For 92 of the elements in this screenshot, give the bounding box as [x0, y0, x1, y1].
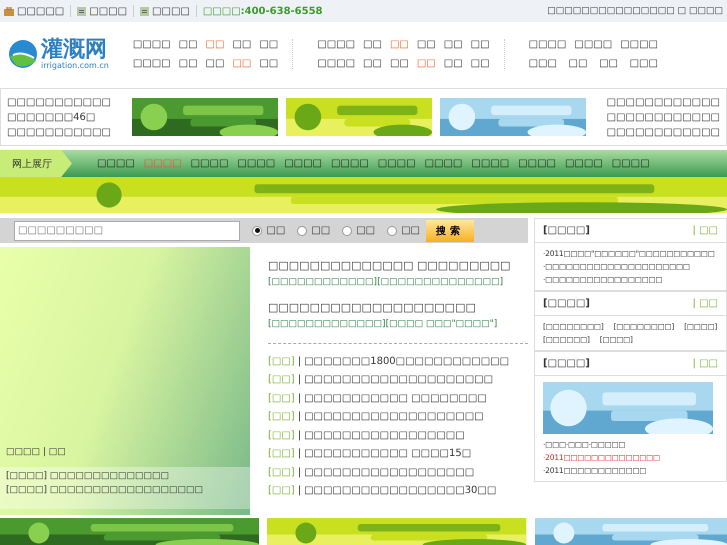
hotline: □□□□:400-638-6558	[202, 6, 323, 16]
nav-link[interactable]: □□	[178, 39, 198, 50]
panel-title: [□□□□]	[543, 298, 590, 309]
channel-link[interactable]: □□□□	[190, 158, 228, 169]
channel-link[interactable]: □□□□	[471, 158, 510, 169]
channel-title: 网上展厅	[0, 150, 72, 177]
headline[interactable]: □□□□□□□□□□□□□□ □□□□□□□□□	[268, 259, 528, 272]
info-line: □□□□□□□□□□□□	[606, 126, 720, 138]
nav-link[interactable]: □□	[178, 58, 198, 69]
news-title[interactable]: □□□□□□□1800□□□□□□□□□□□□	[304, 356, 510, 367]
nav-link[interactable]: □□	[470, 39, 490, 50]
info-line: □□□□□□□□□□□	[7, 126, 111, 138]
radio-label: □□	[356, 225, 376, 236]
channel-link[interactable]: □□□□	[97, 158, 135, 169]
news-title[interactable]: □□□□□□□□□□□ □□□□15□	[304, 448, 472, 460]
nav-link[interactable]: □□	[259, 39, 278, 50]
nav-link[interactable]: □□	[470, 58, 490, 69]
nav-link[interactable]: □□	[444, 58, 463, 69]
slide-caption: □□□□ | □□	[6, 447, 66, 457]
channel-link[interactable]: □□□□	[424, 158, 462, 169]
welcome-text: □□□□□□□□□□□□□□□ □ □□□□	[547, 6, 723, 16]
channel-link[interactable]: □□□□	[518, 158, 556, 169]
top-link[interactable]: □□□□□	[4, 6, 64, 16]
document-icon	[77, 6, 86, 16]
radio-label: □□	[266, 225, 286, 236]
news-title[interactable]: □□□□□□□□□□□□□□□□□□□□	[304, 374, 494, 386]
nav-link[interactable]: □□□□	[132, 39, 171, 50]
top-link[interactable]: □□□□	[140, 6, 190, 16]
nav-link[interactable]: □□□□	[620, 39, 658, 50]
nav-link[interactable]: □□	[599, 58, 618, 69]
channel-link[interactable]: □□□□	[612, 158, 650, 169]
document-icon	[140, 6, 150, 16]
nav-link[interactable]: □□□	[630, 58, 658, 69]
nav-link[interactable]: □□	[444, 39, 463, 50]
news-title[interactable]: □□□□□□□□□□□□□□□□□30□□	[304, 485, 496, 496]
separator: |	[298, 411, 302, 422]
logo-domain: irrigation.com.cn	[41, 60, 109, 70]
info-line: □□□□□□□□□□□	[7, 96, 111, 108]
radio-button[interactable]	[342, 226, 352, 236]
nav-link[interactable]: □□	[206, 58, 224, 69]
logo-icon	[8, 39, 38, 69]
separator: |	[298, 392, 302, 404]
channel-link[interactable]: □□□□	[564, 158, 603, 169]
channel-link[interactable]: □□□□	[237, 158, 276, 169]
separator: |	[298, 356, 302, 367]
separator: |	[298, 485, 302, 496]
headline-link[interactable]: [□□□□□□□□□□□□□]	[268, 319, 386, 329]
info-line: □□□□□□□□□□□□	[606, 112, 720, 122]
radio-button[interactable]	[297, 226, 308, 236]
slide-item[interactable]: [□□□□] □□□□□□□□□□□□□□□□□□	[6, 485, 244, 495]
separator: |	[298, 430, 302, 441]
nav-link[interactable]: □□	[390, 58, 409, 69]
news-title[interactable]: □□□□□□□□□□□ □□□□□□□□	[304, 392, 487, 404]
separator: |	[298, 448, 302, 460]
headline-link[interactable]: [□□□□ □□□"□□□□"]	[386, 319, 498, 329]
radio-label: □□	[311, 225, 330, 236]
radio-button[interactable]	[387, 226, 398, 236]
info-line: □□□□□□□46□	[7, 112, 96, 122]
top-link[interactable]: □□□□	[77, 6, 128, 16]
search-button[interactable]: 搜索	[426, 220, 474, 242]
slide-item[interactable]: [□□□□] □□□□□□□□□□□□□□	[6, 471, 244, 481]
nav-link[interactable]: □□	[416, 39, 436, 50]
news-title[interactable]: □□□□□□□□□□□□□□□□□□	[304, 466, 474, 478]
channel-link[interactable]: □□□□	[330, 158, 369, 169]
briefcase-icon	[4, 6, 14, 16]
nav-link[interactable]: □□□□	[317, 39, 356, 50]
info-line: □□□□□□□□□□□□	[606, 96, 720, 108]
nav-link[interactable]: □□□□	[132, 58, 171, 69]
separator: |	[298, 374, 302, 386]
nav-link[interactable]: □□	[363, 39, 382, 50]
radio-label: □□	[401, 225, 420, 236]
channel-link[interactable]: □□□□	[378, 158, 416, 169]
nav-link[interactable]: □□	[232, 39, 252, 50]
nav-link[interactable]: □□□□	[317, 58, 356, 69]
separator: |	[298, 466, 302, 478]
logo-name: 灌溉网	[41, 38, 108, 60]
nav-link[interactable]: □□	[363, 58, 382, 69]
panel-title: [□□□□]	[543, 225, 590, 236]
nav-link[interactable]: □□□□	[574, 39, 612, 50]
headline-link[interactable]: [□□□□□□□□□□□□□□]	[377, 277, 504, 287]
nav-link[interactable]: □□□	[528, 58, 557, 69]
panel-title: [□□□□]	[543, 358, 590, 369]
news-title[interactable]: □□□□□□□□□□□□□□□□□□□	[304, 411, 484, 422]
radio-button[interactable]	[252, 226, 262, 236]
headline[interactable]: □□□□□□□□□□□□□□□□□□□□	[268, 301, 528, 314]
search-field[interactable]: □□□□□□□□□	[14, 220, 240, 240]
news-title[interactable]: □□□□□□□□□□□□□□□□□	[304, 430, 465, 441]
channel-link[interactable]: □□□□	[284, 158, 322, 169]
nav-link[interactable]: □□□□	[528, 39, 566, 50]
headline-link[interactable]: [□□□□□□□□□□□□]	[268, 277, 378, 287]
nav-link[interactable]: □□	[568, 58, 588, 69]
nav-link[interactable]: □□	[259, 58, 278, 69]
